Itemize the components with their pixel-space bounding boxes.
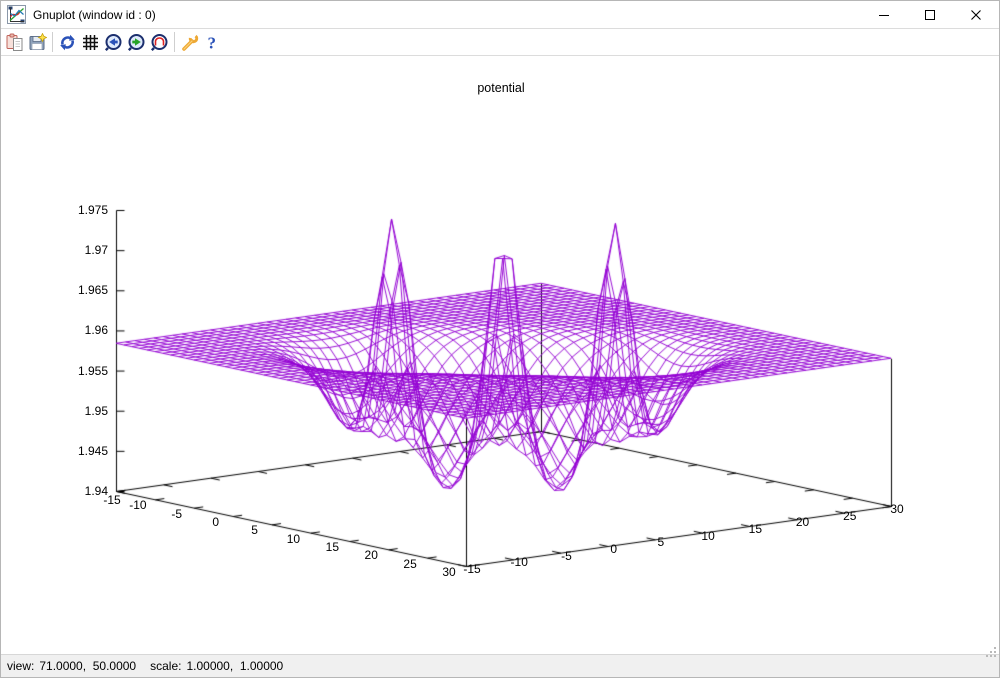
unzoom-button[interactable] (148, 30, 171, 54)
svg-text:?: ? (208, 33, 217, 52)
title-bar: Gnuplot (window id : 0) (1, 1, 999, 29)
plot-title: potential (1, 81, 1000, 95)
surface-plot-canvas[interactable] (1, 1, 1000, 679)
save-button[interactable] (26, 30, 49, 54)
zoom-previous-button[interactable] (102, 30, 125, 54)
resize-grip[interactable] (964, 631, 997, 675)
zoom-next-icon (127, 33, 146, 52)
copy-to-clipboard-button[interactable] (3, 30, 26, 54)
close-icon (970, 9, 982, 21)
replot-button[interactable] (56, 30, 79, 54)
copy-icon (5, 33, 24, 52)
replot-refresh-icon (58, 33, 77, 52)
wrench-icon (180, 33, 199, 52)
toolbar: ? (1, 29, 999, 56)
minimize-button[interactable] (861, 1, 907, 28)
toolbar-separator (174, 32, 175, 52)
view-value: 71.0000, 50.0000 (39, 659, 136, 673)
scale-value: 1.00000, 1.00000 (186, 659, 283, 673)
minimize-icon (878, 9, 890, 21)
zoom-previous-icon (104, 33, 123, 52)
scale-label: scale: (150, 659, 181, 673)
help-button[interactable]: ? (201, 30, 224, 54)
gnuplot-window: potential 1.941.9451.951.9551.961.9651.9… (0, 0, 1000, 678)
unzoom-icon (150, 33, 169, 52)
close-button[interactable] (953, 1, 999, 28)
window-controls (861, 1, 999, 28)
maximize-icon (924, 9, 936, 21)
window-title: Gnuplot (window id : 0) (33, 8, 861, 22)
toggle-grid-button[interactable] (79, 30, 102, 54)
save-icon (28, 33, 47, 52)
status-bar: view: 71.0000, 50.0000 scale: 1.00000, 1… (1, 654, 999, 677)
grid-icon (81, 33, 100, 52)
zoom-next-button[interactable] (125, 30, 148, 54)
gnuplot-app-icon (7, 5, 26, 24)
help-icon: ? (203, 33, 222, 52)
maximize-button[interactable] (907, 1, 953, 28)
view-label: view: (7, 659, 34, 673)
toolbar-separator (52, 32, 53, 52)
options-button[interactable] (178, 30, 201, 54)
